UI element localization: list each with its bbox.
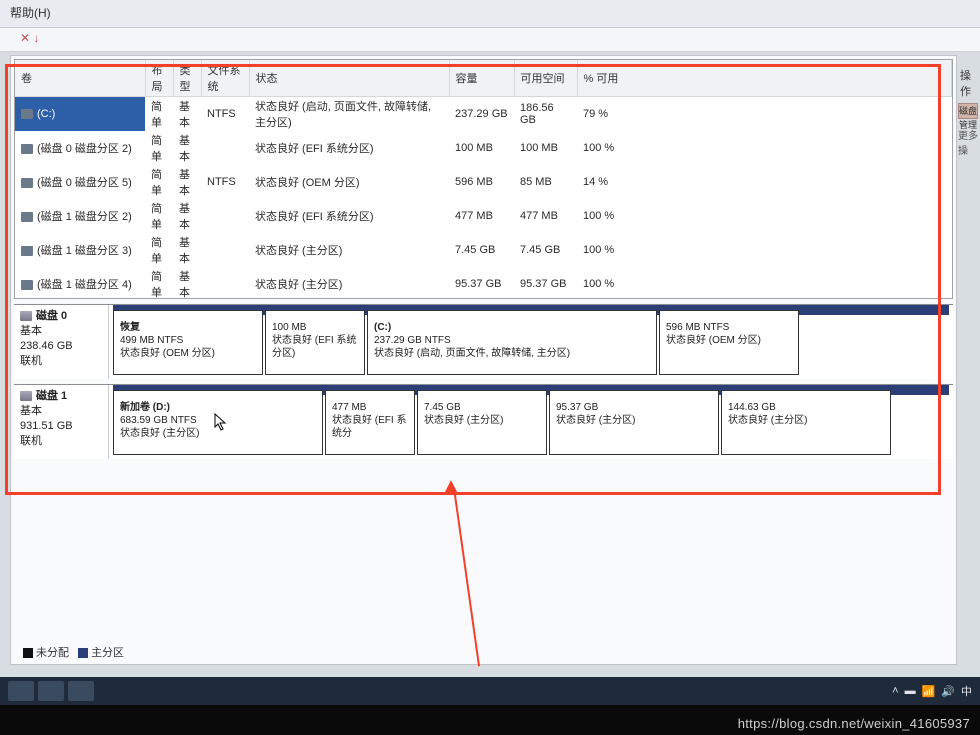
actions-more[interactable]: 更多操 — [958, 121, 978, 163]
partition-block[interactable]: 100 MB状态良好 (EFI 系统分区) — [265, 310, 365, 375]
volume-icon — [21, 144, 33, 154]
volume-icon[interactable]: 🔊 — [941, 685, 955, 698]
table-row[interactable]: (C:)简单基本NTFS状态良好 (启动, 页面文件, 故障转储, 主分区)23… — [15, 97, 952, 132]
partition-block[interactable]: (C:)237.29 GB NTFS状态良好 (启动, 页面文件, 故障转储, … — [367, 310, 657, 375]
disk1-partitions: 新加卷 (D:)683.59 GB NTFS状态良好 (主分区)477 MB状态… — [109, 385, 953, 459]
menu-bar: 帮助(H) — [0, 0, 980, 28]
disk0-panel: 磁盘 0 基本 238.46 GB 联机 恢复499 MB NTFS状态良好 (… — [14, 304, 953, 379]
col-fs[interactable]: 文件系统 — [201, 60, 249, 97]
col-layout[interactable]: 布局 — [145, 60, 173, 97]
legend-primary-swatch — [78, 648, 88, 658]
mouse-cursor — [214, 413, 228, 431]
table-row[interactable]: (磁盘 1 磁盘分区 3)简单基本状态良好 (主分区)7.45 GB7.45 G… — [15, 233, 952, 267]
partition-block[interactable]: 596 MB NTFS状态良好 (OEM 分区) — [659, 310, 799, 375]
partition-block[interactable]: 477 MB状态良好 (EFI 系统分 — [325, 390, 415, 455]
volume-list[interactable]: 卷 布局 类型 文件系统 状态 容量 可用空间 % 可用 (C:)简单基本NTF… — [14, 59, 953, 299]
col-free[interactable]: 可用空间 — [514, 60, 577, 97]
monitor-screen: 帮助(H) ✕ ↓ 操作 磁盘管理 更多操 卷 布局 类型 文件系统 状态 容量… — [0, 0, 980, 680]
col-type[interactable]: 类型 — [173, 60, 201, 97]
tray-chevron-up-icon[interactable]: ˄ — [892, 685, 898, 697]
volume-icon — [21, 212, 33, 222]
volume-icon — [21, 246, 33, 256]
toolbar-strip: ✕ ↓ — [0, 28, 980, 52]
taskbar-app-icon[interactable] — [68, 681, 94, 701]
disk-management-window: 卷 布局 类型 文件系统 状态 容量 可用空间 % 可用 (C:)简单基本NTF… — [10, 55, 957, 665]
volume-icon — [21, 280, 33, 290]
volume-icon — [21, 178, 33, 188]
partition-block[interactable]: 7.45 GB状态良好 (主分区) — [417, 390, 547, 455]
disk-icon — [20, 391, 32, 401]
taskbar[interactable]: ˄ ▬ 📶 🔊 中 — [0, 677, 980, 705]
table-header-row: 卷 布局 类型 文件系统 状态 容量 可用空间 % 可用 — [15, 60, 952, 97]
table-row[interactable]: (磁盘 0 磁盘分区 2)简单基本状态良好 (EFI 系统分区)100 MB10… — [15, 131, 952, 165]
partition-block[interactable]: 144.63 GB状态良好 (主分区) — [721, 390, 891, 455]
table-row[interactable]: (磁盘 0 磁盘分区 5)简单基本NTFS状态良好 (OEM 分区)596 MB… — [15, 165, 952, 199]
ime-indicator[interactable]: 中 — [961, 683, 972, 699]
wifi-icon[interactable]: 📶 — [922, 685, 936, 698]
legend-unallocated-swatch — [23, 648, 33, 658]
close-icon[interactable]: ✕ ↓ — [20, 31, 39, 45]
disk1-panel: 磁盘 1 基本 931.51 GB 联机 新加卷 (D:)683.59 GB N… — [14, 384, 953, 459]
menu-help[interactable]: 帮助(H) — [10, 6, 51, 20]
action-disk-mgmt[interactable]: 磁盘管理 — [958, 103, 978, 119]
annotation-arrow-head — [444, 480, 458, 494]
col-capacity[interactable]: 容量 — [449, 60, 514, 97]
actions-header: 操作 — [958, 55, 978, 101]
system-tray[interactable]: ˄ ▬ 📶 🔊 中 — [892, 683, 972, 699]
partition-block[interactable]: 95.37 GB状态良好 (主分区) — [549, 390, 719, 455]
col-volume[interactable]: 卷 — [15, 60, 145, 97]
table-row[interactable]: (磁盘 1 磁盘分区 2)简单基本状态良好 (EFI 系统分区)477 MB47… — [15, 199, 952, 233]
legend: 未分配 主分区 — [17, 644, 124, 660]
watermark-text: https://blog.csdn.net/weixin_41605937 — [738, 716, 970, 731]
col-pct[interactable]: % 可用 — [577, 60, 952, 97]
taskbar-app-icon[interactable] — [38, 681, 64, 701]
disk0-info[interactable]: 磁盘 0 基本 238.46 GB 联机 — [14, 305, 109, 379]
partition-block[interactable]: 恢复499 MB NTFS状态良好 (OEM 分区) — [113, 310, 263, 375]
battery-icon[interactable]: ▬ — [905, 685, 916, 697]
table-row[interactable]: (磁盘 1 磁盘分区 4)简单基本状态良好 (主分区)95.37 GB95.37… — [15, 267, 952, 299]
volume-icon — [21, 109, 33, 119]
disk1-info[interactable]: 磁盘 1 基本 931.51 GB 联机 — [14, 385, 109, 459]
disk-icon — [20, 311, 32, 321]
actions-pane: 操作 磁盘管理 更多操 — [958, 55, 978, 655]
taskbar-app-icon[interactable] — [8, 681, 34, 701]
col-status[interactable]: 状态 — [249, 60, 449, 97]
disk0-partitions: 恢复499 MB NTFS状态良好 (OEM 分区)100 MB状态良好 (EF… — [109, 305, 953, 379]
